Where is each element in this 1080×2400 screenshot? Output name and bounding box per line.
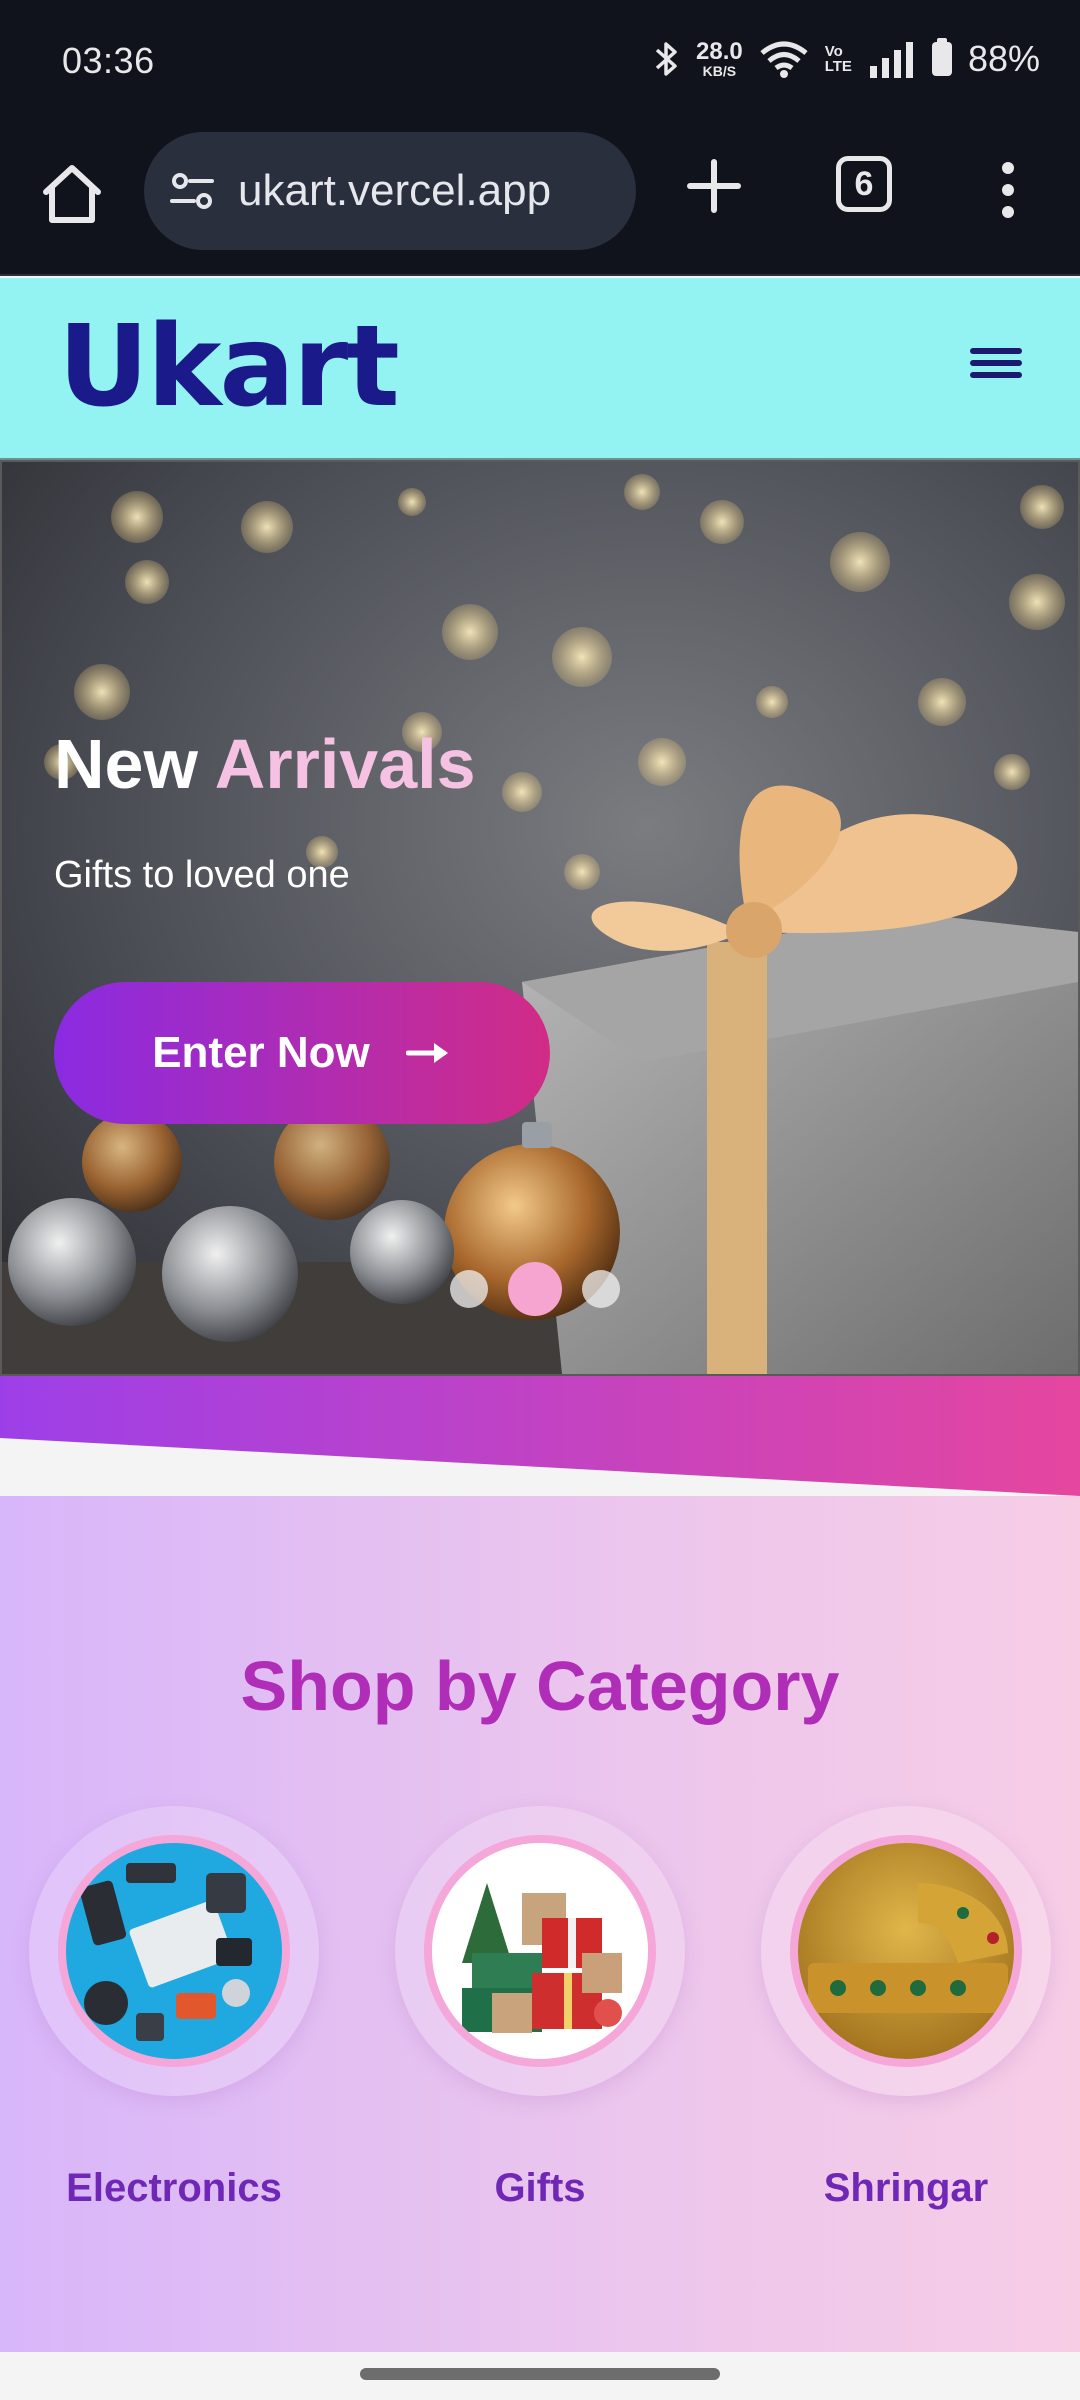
hero-subtitle: Gifts to loved one (54, 854, 350, 896)
arrow-right-icon (405, 1043, 448, 1063)
home-icon[interactable] (36, 158, 108, 230)
battery-level: 88% (967, 38, 1040, 79)
wifi-icon (760, 41, 808, 78)
site-header: Ukart (0, 278, 1080, 460)
site-settings-icon[interactable] (168, 167, 216, 215)
tab-count: 6 (854, 164, 874, 203)
category-shringar[interactable]: Shringar (756, 1806, 1056, 2211)
status-icons: 28.0 KB/S Vo LTE 88% (654, 34, 1040, 84)
decorative-band (0, 1376, 1080, 1500)
hero-gift-image (2, 462, 1078, 1374)
tabs-icon[interactable]: 6 (836, 156, 892, 212)
new-tab-icon[interactable] (684, 156, 744, 216)
site-logo[interactable]: Ukart (58, 302, 400, 432)
address-bar[interactable]: ukart.vercel.app (144, 132, 636, 250)
hamburger-menu-icon[interactable] (970, 348, 1022, 388)
category-section-title: Shop by Category (240, 1647, 840, 1725)
signal-icon (869, 42, 913, 78)
network-speed: 28.0 KB/S (696, 38, 743, 79)
volte-indicator: Vo LTE (824, 43, 852, 75)
hero-title: New Arrivals (54, 725, 476, 803)
status-bar: 03:36 28.0 KB/S Vo LTE 88% (0, 0, 1080, 120)
browser-toolbar: ukart.vercel.app 6 (0, 120, 1080, 276)
gifts-image (424, 1835, 656, 2067)
home-gesture-handle[interactable] (360, 2368, 720, 2380)
gesture-nav-bar (0, 2352, 1080, 2400)
hero-banner: New Arrivals Gifts to loved one Enter No… (0, 460, 1080, 1376)
category-label: Shringar (823, 2166, 989, 2210)
electronics-image (58, 1835, 290, 2067)
shringar-image (790, 1835, 1022, 2067)
battery-icon (931, 38, 952, 76)
status-time: 03:36 (62, 40, 155, 81)
category-label: Gifts (494, 2166, 586, 2210)
enter-now-label: Enter Now (152, 1028, 370, 1077)
enter-now-button[interactable]: Enter Now (54, 982, 550, 1124)
more-menu-icon[interactable] (990, 160, 1026, 220)
carousel-dot-3[interactable] (582, 1270, 620, 1308)
bluetooth-icon (655, 42, 677, 76)
category-label: Electronics (66, 2166, 282, 2210)
carousel-indicators (450, 1262, 620, 1316)
category-gifts[interactable]: Gifts (390, 1806, 690, 2211)
url-text: ukart.vercel.app (238, 166, 552, 215)
category-electronics[interactable]: Electronics (24, 1806, 324, 2211)
carousel-dot-2[interactable] (508, 1262, 562, 1316)
carousel-dot-1[interactable] (450, 1270, 488, 1308)
shop-by-category-section: Shop by Category Electronics Gifts Shrin… (0, 1496, 1080, 2352)
